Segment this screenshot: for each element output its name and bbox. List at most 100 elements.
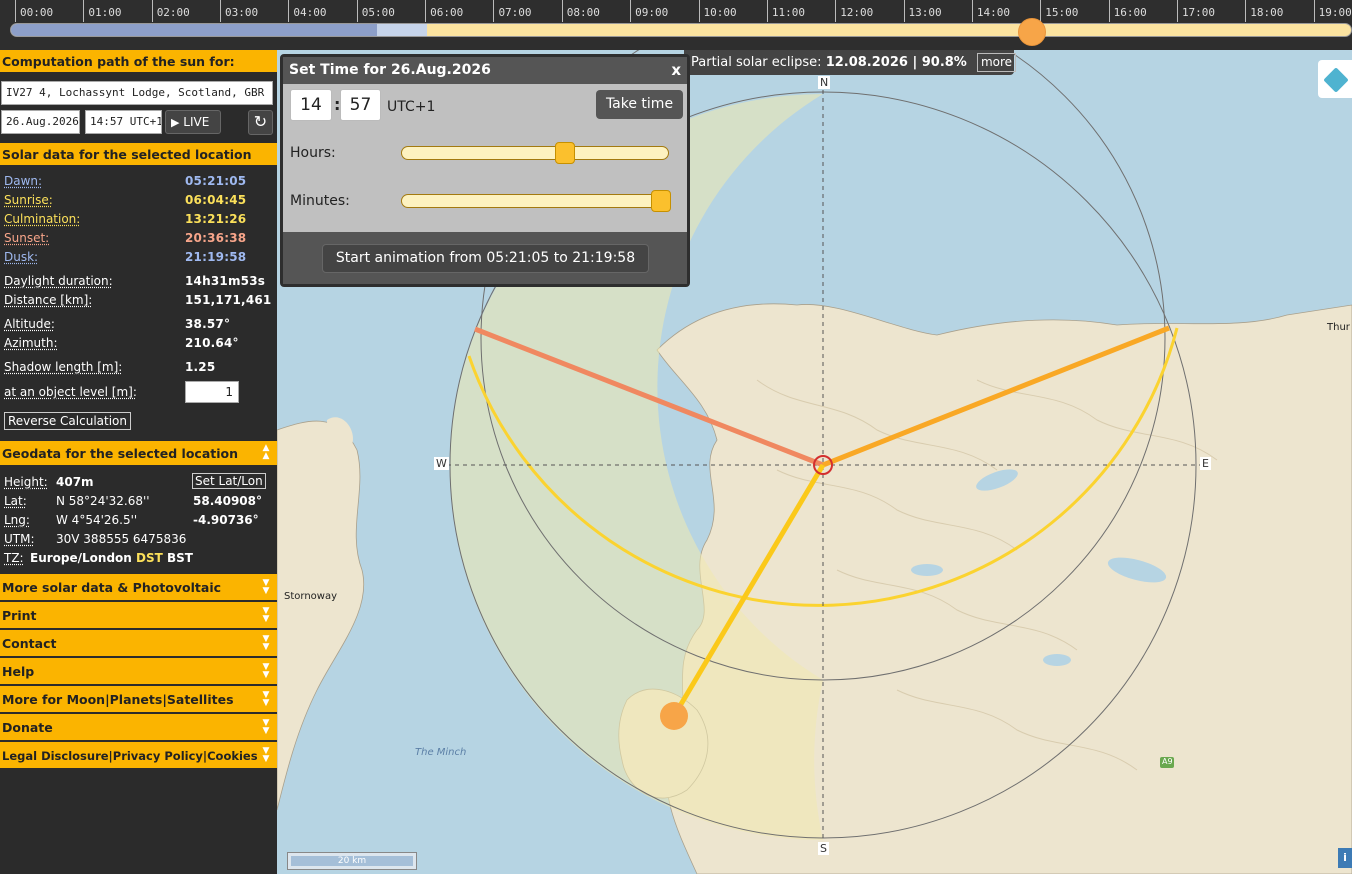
shadow-value: 1.25 <box>185 360 216 374</box>
timeline-hour-labels: 00:00 01:00 02:00 03:00 04:00 05:00 06:00 07:00… <box>0 0 1352 22</box>
collapsed-section[interactable]: Print ▼ ▼ <box>0 602 277 630</box>
collapsed-section[interactable]: Help ▼ ▼ <box>0 658 277 686</box>
lng-row: Lng: W 4°54'26.5'' -4.90736° <box>4 513 274 532</box>
set-time-dialog: Set Time for 26.Aug.2026 x 14 : 57 UTC+1… <box>280 54 690 287</box>
collapsed-section[interactable]: More solar data & Photovoltaic ▼ ▼ <box>0 574 277 602</box>
land-lewis <box>277 420 364 811</box>
tz-label: TZ: <box>4 551 24 565</box>
timeline-hour-label: 09:00 <box>630 0 668 22</box>
object-level-input[interactable]: 1 <box>185 381 239 403</box>
geodata-header[interactable]: Geodata for the selected location ▲ ▲ <box>0 441 277 467</box>
solar-row-label: Dawn: <box>4 174 43 188</box>
expand-down-icon[interactable]: ▼ ▼ <box>260 579 272 597</box>
tz-bst: BST <box>167 551 193 565</box>
compass-east: E <box>1200 457 1211 470</box>
collapsed-section[interactable]: More for Moon|Planets|Satellites ▼ ▼ <box>0 686 277 714</box>
timeline-sun-handle[interactable] <box>1017 18 1046 46</box>
play-icon: ▶ <box>171 116 180 129</box>
place-the-minch: The Minch <box>415 747 467 758</box>
azimuth-value: 210.64° <box>185 336 239 350</box>
solar-row-value: 06:04:45 <box>185 193 247 207</box>
expand-down-icon[interactable]: ▼ ▼ <box>260 607 272 625</box>
solar-data-header[interactable]: Solar data for the selected location <box>0 143 277 167</box>
info-button[interactable]: i <box>1338 848 1352 868</box>
compass-north: N <box>818 76 831 89</box>
refresh-icon: ↻ <box>253 112 268 131</box>
timeline-hour-label: 10:00 <box>698 0 737 22</box>
take-time-button[interactable]: Take time <box>596 90 683 119</box>
solar-row-label: Dusk: <box>4 250 39 264</box>
solar-row-value: 13:21:26 <box>185 212 247 226</box>
collapsed-section[interactable]: Donate ▼ ▼ <box>0 714 277 742</box>
timeline-hour-label: 07:00 <box>493 0 532 22</box>
expand-down-icon[interactable]: ▼ ▼ <box>260 719 272 737</box>
hour-field[interactable]: 14 <box>290 89 332 121</box>
set-latlon-button[interactable]: Set Lat/Lon <box>192 473 266 489</box>
location-input[interactable]: IV27 4, Lochassynt Lodge, Scotland, GBR <box>1 81 273 105</box>
daylight-row: Daylight duration: 14h31m53s <box>4 274 274 293</box>
hours-slider[interactable] <box>401 142 669 164</box>
geodata-header-label: Geodata for the selected location <box>2 446 239 461</box>
altitude-label: Altitude: <box>4 317 55 331</box>
start-animation-button[interactable]: Start animation from 05:21:05 to 21:19:5… <box>322 244 649 273</box>
timeline-bar[interactable]: 00:00 01:00 02:00 03:00 04:00 05:00 06:00 07:00… <box>0 0 1352 50</box>
timeline-hour-label: 08:00 <box>561 0 600 22</box>
timeline-hour-label: 19:00 <box>1313 0 1352 22</box>
distance-label: Distance [km]: <box>4 293 93 307</box>
sun-position-marker <box>660 702 688 730</box>
expand-down-icon[interactable]: ▼ ▼ <box>260 691 272 709</box>
minutes-slider-handle[interactable] <box>650 190 671 212</box>
live-button[interactable]: ▶ LIVE <box>165 110 221 134</box>
refresh-button[interactable]: ↻ <box>248 110 273 135</box>
scale-bar-fill: 20 km <box>291 856 413 866</box>
altitude-row: Altitude: 38.57° <box>4 317 274 336</box>
solar-row-value: 20:36:38 <box>185 231 247 245</box>
collapsed-section-label: Help <box>2 664 35 679</box>
collapsed-section[interactable]: Legal Disclosure|Privacy Policy|Cookies ▼… <box>0 742 277 770</box>
reverse-calculation-button[interactable]: Reverse Calculation <box>4 412 131 430</box>
timeline-hour-label: 03:00 <box>220 0 258 22</box>
hours-slider-handle[interactable] <box>555 142 576 164</box>
minutes-slider[interactable] <box>401 190 671 212</box>
expand-down-icon[interactable]: ▼ ▼ <box>260 663 272 681</box>
solar-row: Dawn: 05:21:05 <box>4 174 274 193</box>
tz-value: Europe/London DST BST <box>30 551 193 565</box>
solar-row: Sunset: 20:36:38 <box>4 231 274 250</box>
timeline-hour-label: 17:00 <box>1176 0 1215 22</box>
utm-label: UTM: <box>4 532 35 546</box>
minutes-label: Minutes: <box>290 193 350 209</box>
expand-down-icon[interactable]: ▼ ▼ <box>260 635 272 653</box>
timeline-hour-label: 01:00 <box>83 0 121 22</box>
time-input[interactable]: 14:57 UTC+1 <box>85 110 162 134</box>
timeline-hour-label: 16:00 <box>1108 0 1147 22</box>
timeline-track[interactable] <box>10 23 1352 37</box>
altitude-value: 38.57° <box>185 317 231 331</box>
expand-down-icon[interactable]: ▼ ▼ <box>260 747 272 765</box>
close-icon[interactable]: x <box>671 57 681 84</box>
collapse-up-icon[interactable]: ▲ ▲ <box>260 444 272 462</box>
road-label: A9 <box>1162 757 1173 766</box>
eclipse-more-button[interactable]: more <box>976 53 1017 72</box>
timezone-label: UTC+1 <box>387 99 436 115</box>
collapsed-section-label: More solar data & Photovoltaic <box>2 580 222 595</box>
lat-dms: N 58°24'32.68'' <box>56 494 150 508</box>
layers-button[interactable] <box>1318 60 1352 98</box>
timeline-night-segment <box>11 24 377 36</box>
object-level-label: at an object level [m]: <box>4 385 137 399</box>
timeline-hour-label: 06:00 <box>425 0 463 22</box>
height-label: Height: <box>4 475 48 489</box>
computation-header: Computation path of the sun for: <box>0 50 277 74</box>
daylight-value: 14h31m53s <box>185 274 266 288</box>
date-input[interactable]: 26.Aug.2026 <box>1 110 80 134</box>
collapsed-section[interactable]: Contact ▼ ▼ <box>0 630 277 658</box>
lng-dms: W 4°54'26.5'' <box>56 513 138 527</box>
timeline-hour-label: 05:00 <box>356 0 395 22</box>
eclipse-banner: Partial solar eclipse: 12.08.2026 | 90.8… <box>684 50 1017 75</box>
minute-field[interactable]: 57 <box>340 89 381 121</box>
sidebar: Computation path of the sun for: IV27 4,… <box>0 50 277 874</box>
collapsed-section-label: Contact <box>2 636 57 651</box>
shadow-row: Shadow length [m]: 1.25 <box>4 360 274 379</box>
timeline-twilight-segment <box>376 24 427 36</box>
height-value: 407m <box>56 475 94 489</box>
utm-row: UTM: 30V 388555 6475836 <box>4 532 274 551</box>
